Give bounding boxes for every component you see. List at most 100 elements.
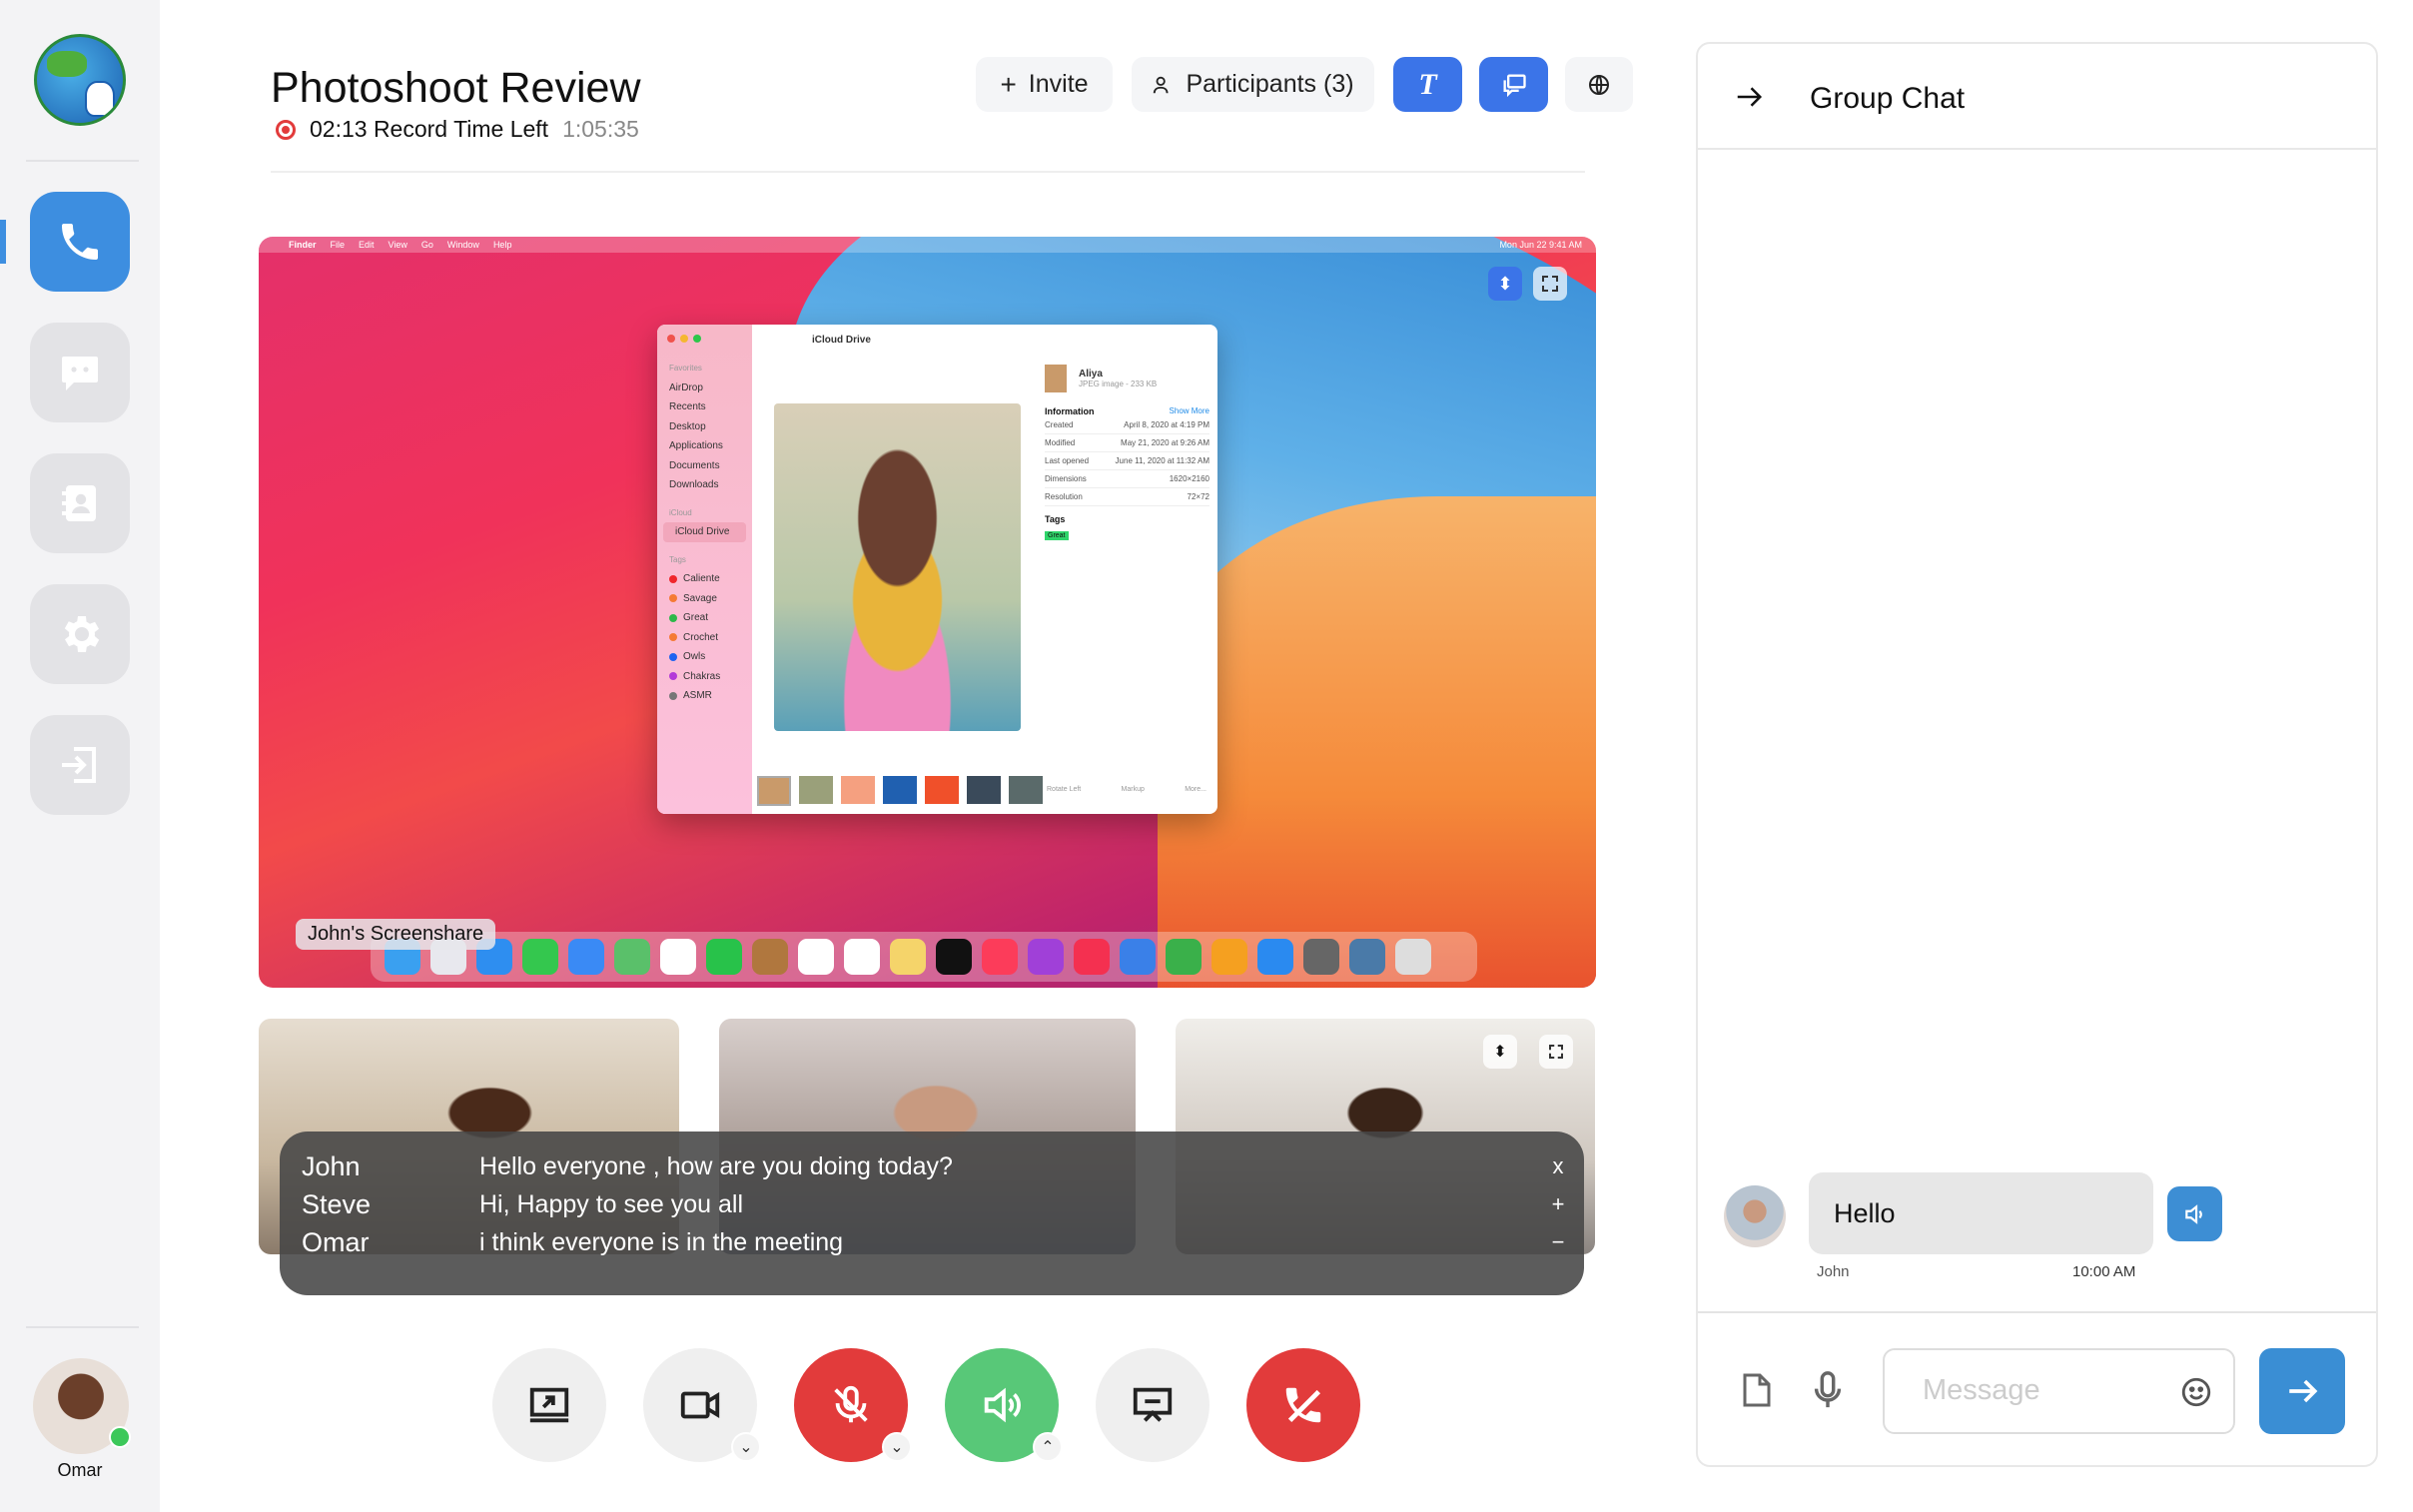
decrease-font-button[interactable]: − xyxy=(1546,1229,1570,1255)
expand-icon xyxy=(1549,1045,1563,1059)
invite-button[interactable]: + Invite xyxy=(976,57,1113,112)
increase-font-button[interactable]: + xyxy=(1546,1191,1570,1217)
menu-clock: Mon Jun 22 9:41 AM xyxy=(1499,240,1582,250)
tag-item: Caliente xyxy=(657,569,752,589)
sidebar-item-contacts[interactable] xyxy=(30,453,130,553)
phone-icon xyxy=(62,224,98,260)
globe-icon xyxy=(1589,74,1609,95)
collapse-chat-arrow-icon[interactable] xyxy=(1732,82,1766,112)
microphone-icon[interactable] xyxy=(1813,1370,1843,1410)
message-time: 10:00 AM xyxy=(2072,1263,2136,1280)
online-status-dot xyxy=(109,1426,131,1448)
caption-speaker: John xyxy=(302,1151,361,1181)
finder-item: AirDrop xyxy=(669,381,703,393)
menu-item: Window xyxy=(446,240,479,250)
tile-fullscreen-button[interactable] xyxy=(1539,1035,1573,1069)
info-heading: Information xyxy=(1045,406,1095,416)
window-controls xyxy=(667,335,701,343)
finder-item: Documents xyxy=(669,459,720,471)
arrow-right-icon xyxy=(2289,1379,2318,1403)
tile-pin-button[interactable]: ⬍ xyxy=(1483,1035,1517,1069)
mac-menubar: Finder File Edit View Go Window Help Mon Jun … xyxy=(259,237,1596,253)
chevron-down-icon[interactable]: ⌄ xyxy=(731,1432,761,1462)
pin-icon: ⬍ xyxy=(1497,273,1513,294)
attach-file-icon[interactable] xyxy=(1742,1372,1772,1408)
sidebar-item-calls[interactable] xyxy=(30,192,130,292)
participants-button[interactable]: Participants (3) xyxy=(1132,57,1374,112)
tag-item: Savage xyxy=(657,589,752,609)
elapsed-time: 1:05:35 xyxy=(562,116,639,142)
fullscreen-button[interactable] xyxy=(1533,267,1567,301)
message-bubble: Hello xyxy=(1809,1172,2153,1254)
page-title: Photoshoot Review xyxy=(271,64,641,112)
sidebar-item-logout[interactable] xyxy=(30,715,130,815)
logout-icon xyxy=(62,747,96,783)
message-sender: John xyxy=(1817,1263,1850,1280)
menu-app: Finder xyxy=(289,240,317,250)
play-message-audio-button[interactable] xyxy=(2167,1186,2222,1241)
end-call-button[interactable] xyxy=(1246,1348,1360,1462)
chevron-down-icon[interactable]: ⌄ xyxy=(882,1432,912,1462)
section-label: iCloud xyxy=(669,507,692,517)
finder-window: Favorites AirDrop Recents Desktop Applic… xyxy=(657,325,1217,814)
tag-name: Savage xyxy=(683,592,717,604)
phone-hangup-icon xyxy=(1285,1387,1321,1423)
caption-speaker: Omar xyxy=(302,1227,370,1257)
preview-image xyxy=(774,403,1021,731)
captions-panel: John Steve Omar Hello everyone , how are… xyxy=(280,1132,1584,1295)
whiteboard-button[interactable] xyxy=(1096,1348,1209,1462)
chat-header: Group Chat xyxy=(1698,44,2376,150)
tag-name: Chakras xyxy=(683,670,721,682)
share-screen-button[interactable] xyxy=(492,1348,606,1462)
message-avatar xyxy=(1724,1185,1786,1247)
menu-item: File xyxy=(330,240,346,250)
user-avatar[interactable] xyxy=(33,1358,131,1454)
active-indicator xyxy=(0,220,6,264)
file-meta: JPEG image - 233 KB xyxy=(1079,379,1158,388)
camera-button[interactable]: ⌄ xyxy=(643,1348,761,1462)
video-camera-icon xyxy=(680,1391,720,1419)
file-name: Aliya xyxy=(1079,369,1103,379)
info-row: Modified May 21, 2020 at 9:26 AM xyxy=(1045,434,1209,452)
menu-item: Edit xyxy=(359,240,375,250)
caption-text: Hi, Happy to see you all xyxy=(479,1190,744,1218)
screenshare-view[interactable]: Finder File Edit View Go Window Help Mon Jun … xyxy=(259,237,1596,988)
sidebar: Omar xyxy=(0,0,160,1512)
chat-toggle-button[interactable] xyxy=(1479,57,1548,112)
captions-toggle-button[interactable]: T xyxy=(1393,57,1462,112)
speaker-icon xyxy=(984,1387,1021,1423)
tag-item: Great xyxy=(657,608,752,628)
presentation-icon xyxy=(1133,1387,1173,1422)
finder-item: Recents xyxy=(669,401,706,413)
caption-text: i think everyone is in the meeting xyxy=(479,1228,844,1256)
tag-name: Owls xyxy=(683,651,706,663)
section-label: Tags xyxy=(669,554,686,564)
microphone-off-icon xyxy=(834,1385,868,1423)
send-message-button[interactable] xyxy=(2259,1348,2345,1434)
menu-item: Help xyxy=(492,240,512,250)
pin-button[interactable]: ⬍ xyxy=(1488,267,1522,301)
chat-icon xyxy=(62,357,98,390)
chevron-up-icon[interactable]: ⌃ xyxy=(1033,1432,1063,1462)
header-divider xyxy=(271,171,1585,173)
tag-name: Crochet xyxy=(683,631,719,643)
tag-item: ASMR xyxy=(657,686,752,706)
divider xyxy=(26,1326,139,1328)
emoji-icon[interactable] xyxy=(2179,1375,2213,1409)
message-placeholder: Message xyxy=(1923,1374,2040,1406)
message-input[interactable]: Message xyxy=(1883,1348,2235,1434)
tag-name: Caliente xyxy=(683,573,720,585)
finder-item: Downloads xyxy=(669,479,719,491)
expand-icon xyxy=(1542,276,1558,292)
tag-item: Crochet xyxy=(657,628,752,648)
speaker-button[interactable]: ⌃ xyxy=(945,1348,1063,1462)
tag-name: Great xyxy=(683,612,709,624)
chat-title: Group Chat xyxy=(1810,82,1966,115)
sidebar-item-settings[interactable] xyxy=(30,584,130,684)
language-button[interactable] xyxy=(1565,57,1633,112)
app-logo xyxy=(34,34,126,126)
gear-icon xyxy=(64,616,100,652)
sidebar-item-messages[interactable] xyxy=(30,323,130,422)
close-captions-button[interactable]: x xyxy=(1546,1153,1570,1179)
mute-microphone-button[interactable]: ⌄ xyxy=(794,1348,912,1462)
